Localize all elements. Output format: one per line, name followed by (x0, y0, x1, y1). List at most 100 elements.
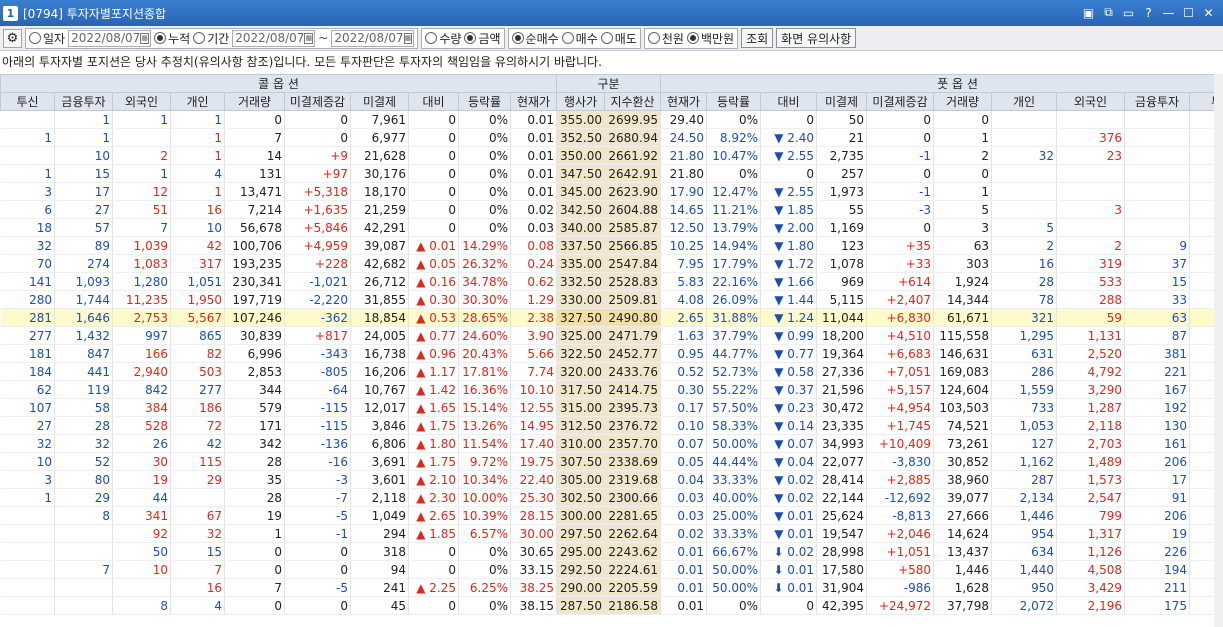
radio-million-won[interactable]: 백만원 (686, 30, 734, 47)
date-field[interactable]: 2022/08/07 ▦ (68, 29, 152, 47)
table-cell: 32 (0, 236, 55, 255)
column-header[interactable]: 금융투자 (54, 92, 113, 111)
close-icon[interactable]: ✕ (1200, 4, 1217, 21)
radio-sell[interactable]: 매도 (600, 30, 637, 47)
table-row[interactable]: 1 1 1 0 0 7,961 0 0% 0.01 355.00 2699.95 29.40 0% 0 50… (0, 110, 1223, 129)
table-cell: 287 (991, 470, 1058, 489)
table-cell: 193,235 (224, 254, 285, 273)
calendar-icon[interactable]: ▦ (403, 32, 413, 44)
table-row[interactable]: 181 847 166 82 6,996 -343 16,738 ▲ 0.96 20.43% 5.… (0, 344, 1223, 363)
table-row[interactable]: 32 32 26 42 342 -136 6,806 ▲ 1.80 11.54% 17.40 310… (0, 434, 1223, 453)
table-row[interactable]: 281 1,646 2,753 5,567 107,246 -362 18,854 ▲ 0.5… (0, 308, 1223, 327)
minimize-icon[interactable]: — (1160, 4, 1177, 21)
radio-buy[interactable]: 매수 (561, 30, 598, 47)
column-header[interactable]: 현재가 (660, 92, 708, 111)
table-cell: 0 (760, 596, 818, 615)
table-row[interactable]: 32 89 1,039 42 100,706 +4,959 39,087 ▲ 0.01 14.2… (0, 236, 1223, 255)
table-cell: 15.14% (458, 398, 511, 417)
table-cell: 39,087 (350, 236, 409, 255)
column-header[interactable]: 대비 (760, 92, 818, 111)
table-row[interactable]: 50 15 0 0 318 0 0% 30.65 295.00 2243.62 0.01 66.67%… (0, 542, 1223, 561)
table-cell: 0 (408, 164, 459, 183)
table-row[interactable]: 7 10 7 0 0 94 0 0% 33.15 292.50 2224.61 0.01 50.00% ⬇… (0, 560, 1223, 579)
table-cell: +10,409 (866, 434, 935, 453)
radio-cumulative[interactable]: 누적 (154, 30, 190, 47)
table-row[interactable]: 27 28 528 72 171 -115 3,846 ▲ 1.75 13.26% 14.95 31… (0, 416, 1223, 435)
table-row[interactable]: 3 17 12 1 13,471 +5,318 18,170 0 0% 0.01 345.00 262… (0, 182, 1223, 201)
calendar-icon[interactable]: ▦ (140, 32, 149, 44)
copy-window-icon[interactable]: ⧉ (1100, 4, 1117, 21)
table-row[interactable]: 277 1,432 997 865 30,839 +817 24,005 ▲ 0.77 24.6… (0, 326, 1223, 345)
table-cell (0, 560, 55, 579)
column-header[interactable]: 외국인 (1056, 92, 1126, 111)
table-row[interactable]: 92 32 1 -1 294 ▲ 1.85 6.57% 30.00 297.50 2262.64 0… (0, 524, 1223, 543)
column-header[interactable]: 외국인 (112, 92, 171, 111)
column-header[interactable]: 등락률 (706, 92, 762, 111)
table-cell: 28 (224, 488, 285, 507)
table-cell: 321 (991, 308, 1058, 327)
radio-thousand-won[interactable]: 천원 (647, 30, 684, 47)
table-row[interactable]: 3 80 19 29 35 -3 3,601 ▲ 2.10 10.34% 22.40 305.00 2… (0, 470, 1223, 489)
period-from-field[interactable]: 2022/08/07 ▦ (232, 29, 316, 47)
table-row[interactable]: 6 27 51 16 7,214 +1,635 21,259 0 0% 0.02 342.50 260… (0, 200, 1223, 219)
vertical-scrollbar[interactable] (1214, 74, 1223, 627)
table-cell: 1.29 (510, 290, 558, 309)
table-cell: 634 (991, 542, 1058, 561)
table-row[interactable]: 8 341 67 19 -5 1,049 ▲ 2.65 10.39% 28.15 300.00 22… (0, 506, 1223, 525)
table-row[interactable]: 1 15 1 4 131 +97 30,176 0 0% 0.01 347.50 2642.91 21.… (0, 164, 1223, 183)
query-button[interactable]: 조회 (741, 28, 774, 48)
table-cell: ▲ 0.77 (408, 326, 459, 345)
column-header[interactable]: 지수환산 (604, 92, 662, 111)
table-row[interactable]: 184 441 2,940 503 2,853 -805 16,206 ▲ 1.17 17.81… (0, 362, 1223, 381)
calendar-icon[interactable]: ▦ (304, 32, 314, 44)
column-header[interactable]: 미결제 (350, 92, 409, 111)
table-row[interactable]: 62 119 842 277 344 -64 10,767 ▲ 1.42 16.36% 10.10… (0, 380, 1223, 399)
column-header[interactable]: 금융투자 (1124, 92, 1191, 111)
maximize-icon[interactable]: ☐ (1180, 4, 1197, 21)
radio-date[interactable]: 일자 (29, 30, 65, 47)
table-cell (991, 128, 1058, 147)
table-cell: 30,176 (350, 164, 409, 183)
table-cell: 169,083 (933, 362, 993, 381)
settings-button[interactable]: ⚙ (3, 28, 22, 48)
radio-amount[interactable]: 금액 (464, 30, 501, 47)
table-row[interactable]: 1 1 1 7 0 6,977 0 0% 0.01 352.50 2680.94 24.50 8.92%… (0, 128, 1223, 147)
table-cell: 997 (112, 326, 171, 345)
column-header[interactable]: 거래량 (224, 92, 285, 111)
table-cell: 2528.83 (604, 272, 662, 291)
column-header[interactable]: 개인 (170, 92, 225, 111)
link-icon[interactable]: ▣ (1080, 4, 1097, 21)
column-header[interactable]: 개인 (991, 92, 1058, 111)
column-header[interactable]: 등락률 (458, 92, 511, 111)
column-header[interactable]: 현재가 (509, 92, 558, 111)
table-row[interactable]: 1 29 44 28 -7 2,118 ▲ 2.30 10.00% 25.30 302.50 230… (0, 488, 1223, 507)
help-icon[interactable]: ? (1140, 4, 1157, 21)
table-row[interactable]: 18 57 7 10 56,678 +5,846 42,291 0 0% 0.03 340.00 25… (0, 218, 1223, 237)
column-header[interactable]: 미결제 (816, 92, 868, 111)
screen-icon[interactable]: ▭ (1120, 4, 1137, 21)
column-header[interactable]: 행사가 (556, 92, 606, 111)
table-row[interactable]: 107 58 384 186 579 -115 12,017 ▲ 1.65 15.14% 12.5… (0, 398, 1223, 417)
table-cell: 30,852 (933, 452, 993, 471)
table-row[interactable]: 10 52 30 115 28 -16 3,691 ▲ 1.75 9.72% 19.75 307.5… (0, 452, 1223, 471)
period-to-field[interactable]: 2022/08/07 ▦ (331, 29, 415, 47)
table-row[interactable]: 141 1,093 1,280 1,051 230,341 -1,021 26,712 ▲ 0… (0, 272, 1223, 291)
radio-quantity[interactable]: 수량 (425, 30, 461, 47)
column-header[interactable]: 미결제증감 (284, 92, 351, 111)
table-cell (1124, 146, 1191, 165)
table-row[interactable]: 280 1,744 11,235 1,950 197,719 -2,220 31,855 ▲ … (0, 290, 1223, 309)
column-header[interactable]: 거래량 (933, 92, 993, 111)
radio-net-buy[interactable]: 순매수 (511, 30, 559, 47)
screen-notes-button[interactable]: 화면 유의사항 (776, 28, 857, 48)
column-header[interactable]: 투신 (0, 92, 55, 111)
table-row[interactable]: 8 4 0 0 45 0 0% 38.15 287.50 2186.58 0.01 0% 0 42,395… (0, 596, 1223, 615)
column-header[interactable]: 미결제증감 (866, 92, 935, 111)
table-cell: 9.72% (458, 452, 511, 471)
table-cell: 1,051 (170, 272, 225, 291)
table-row[interactable]: 10 2 1 14 +9 21,628 0 0% 0.01 350.00 2661.92 21.80 1… (0, 146, 1223, 165)
table-cell: 954 (991, 524, 1058, 543)
table-row[interactable]: 70 274 1,083 317 193,235 +228 42,682 ▲ 0.05 26.3… (0, 254, 1223, 273)
column-header[interactable]: 대비 (408, 92, 459, 111)
table-row[interactable]: 16 7 -5 241 ▲ 2.25 6.25% 38.25 290.00 2205.59 0.0… (0, 578, 1223, 597)
radio-period[interactable]: 기간 (193, 30, 229, 47)
